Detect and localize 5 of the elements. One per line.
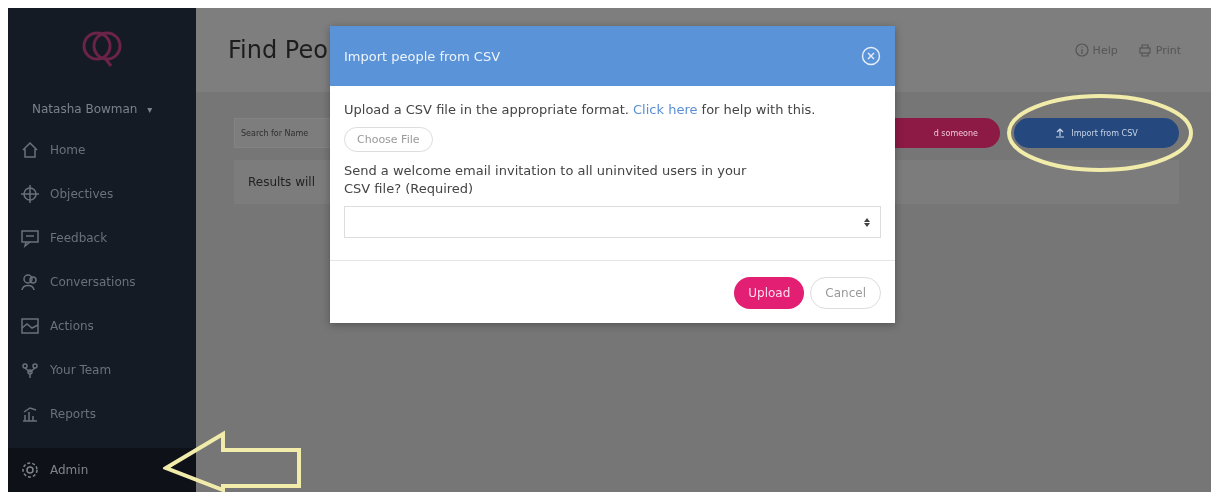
instructions-text: Upload a CSV file in the appropriate format. Click here for help with this. (344, 102, 817, 117)
results-text: Results will (248, 175, 315, 189)
question-text: Send a welcome email invitation to all uninvited users in your CSV file? (Required) (344, 162, 748, 199)
page-title: Find Peo (228, 36, 328, 64)
dialog-title: Import people from CSV (344, 48, 501, 64)
